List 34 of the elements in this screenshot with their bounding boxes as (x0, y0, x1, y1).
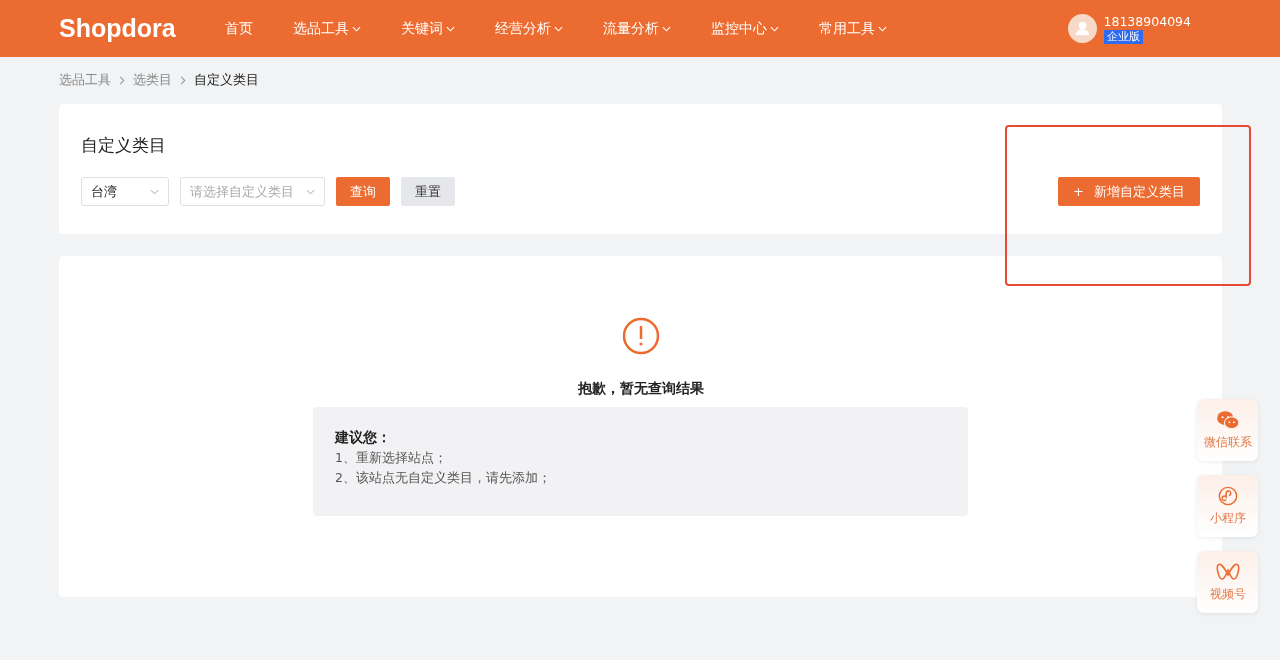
nav-item[interactable]: 关键词 (401, 19, 455, 38)
chevron-down-icon (306, 188, 315, 195)
avatar-icon[interactable] (1067, 14, 1097, 43)
contact-shortcut[interactable]: 视频号 (1197, 551, 1258, 613)
nav-item[interactable]: 常用工具 (819, 19, 887, 38)
query-button[interactable]: 查询 (336, 177, 390, 206)
suggestion-item: 2、该站点无自定义类目，请先添加； (335, 470, 552, 487)
nav-item[interactable]: 选品工具 (293, 19, 361, 38)
breadcrumb-item[interactable]: 选类目 (133, 71, 172, 89)
butterfly-icon (1215, 562, 1240, 582)
user-phone: 18138904094 (1103, 13, 1191, 29)
reset-button[interactable]: 重置 (401, 177, 455, 206)
add-category-button[interactable]: + 新增自定义类目 (1058, 177, 1200, 206)
suggestion-title: 建议您： (335, 429, 392, 447)
nav-item[interactable]: 经营分析 (495, 19, 563, 38)
logo[interactable]: Shopdora (59, 14, 225, 43)
contact-shortcut[interactable]: 小程序 (1197, 475, 1258, 537)
breadcrumb-item[interactable]: 选品工具 (59, 71, 111, 89)
card-title: 自定义类目 (81, 134, 167, 157)
breadcrumb-item[interactable]: 自定义类目 (194, 71, 259, 89)
nav-item[interactable]: 流量分析 (603, 19, 671, 38)
plan-badge: 企业版 (1103, 29, 1143, 44)
nav-item[interactable]: 首页 (225, 19, 253, 38)
empty-message: 抱歉，暂无查询结果 (577, 380, 704, 398)
warning-icon (620, 316, 661, 356)
nav-item[interactable]: 监控中心 (711, 19, 779, 38)
category-select[interactable]: 请选择自定义类目 (180, 177, 325, 206)
chevron-right-icon (119, 75, 125, 85)
site-select[interactable]: 台湾 (81, 177, 169, 206)
suggestion-item: 1、重新选择站点； (335, 450, 448, 467)
contact-shortcut[interactable]: 微信联系 (1197, 399, 1258, 461)
chevron-down-icon (150, 188, 159, 195)
chevron-right-icon (180, 75, 186, 85)
chat-bubbles-icon (1215, 410, 1240, 430)
